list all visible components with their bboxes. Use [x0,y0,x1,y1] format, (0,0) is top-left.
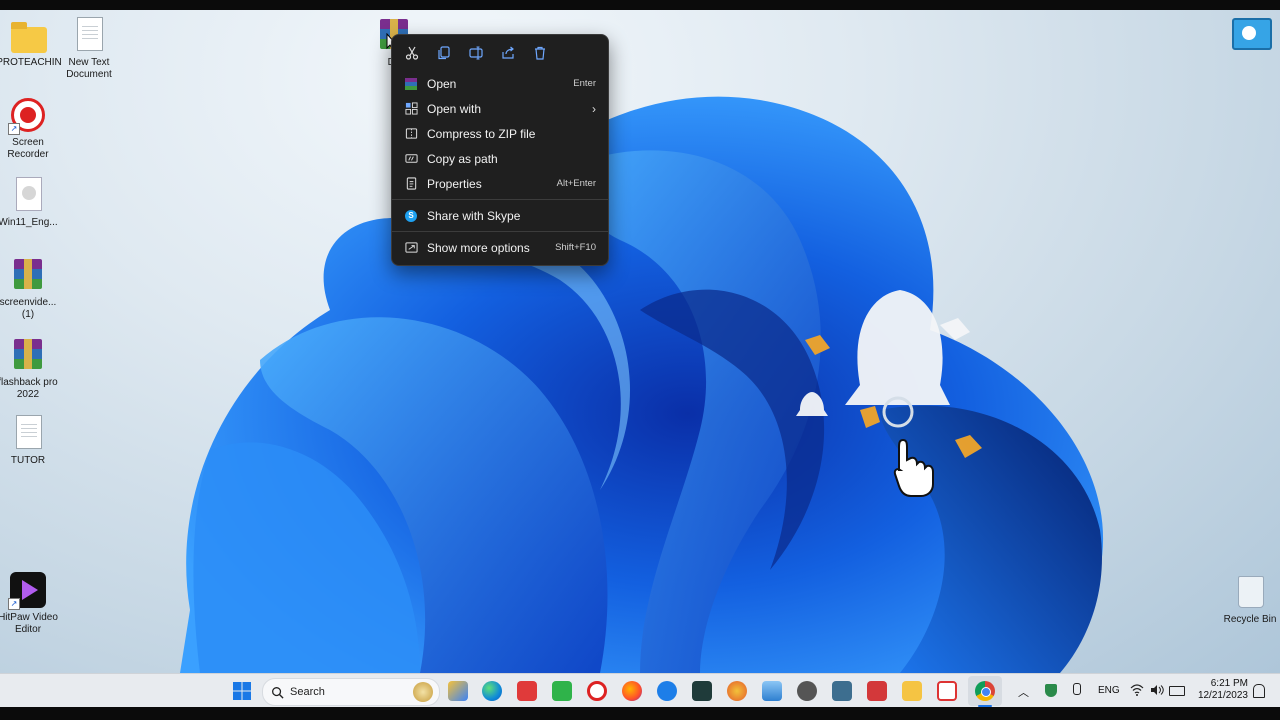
archive-icon [404,77,418,91]
recycle-bin-icon [1238,576,1264,608]
notifications-icon[interactable] [1253,684,1265,698]
menu-item-share-with-skype[interactable]: S Share with Skype [392,203,608,228]
windows-logo-icon [233,682,251,700]
screen-recorder-taskbar-icon[interactable] [587,681,607,701]
wifi-icon[interactable] [1130,684,1144,696]
settings-gear-icon[interactable] [797,681,817,701]
share-icon[interactable] [498,43,518,63]
photos-app-icon[interactable] [762,681,782,701]
menu-item-label: Share with Skype [427,208,521,223]
file-explorer-folder-icon[interactable] [902,681,922,701]
desktop-icon-hitpaw-video-editor[interactable]: ↗ HitPaw Video Editor [0,570,63,636]
menu-item-shortcut: Enter [573,78,596,89]
menu-item-copy-as-path[interactable]: Copy as path [392,146,608,171]
bottom-black-bar [0,707,1280,720]
desktop-icon-screenvideo-archive[interactable]: screenvide... (1) [0,255,63,321]
microphone-icon[interactable] [1073,683,1081,695]
search-highlight-icon [413,682,433,702]
desktop-icon-label: flashback pro 2022 [0,377,58,400]
menu-item-properties[interactable]: Properties Alt+Enter [392,171,608,196]
search-icon [272,686,284,699]
desktop-icon-label: TUTOR [10,455,46,466]
chevron-right-icon: › [592,101,596,116]
search-label: Search [290,686,325,698]
green-editor-app-icon[interactable] [552,681,572,701]
device-manager-icon[interactable] [832,681,852,701]
security-shield-icon[interactable] [1045,684,1057,697]
firefox-browser-icon[interactable] [622,681,642,701]
menu-item-label: Show more options [427,240,530,255]
input-language-indicator[interactable]: ENG [1098,685,1120,696]
menu-separator [392,231,608,232]
red-editor-app-icon[interactable] [517,681,537,701]
desktop-icon-tutor[interactable]: TUTOR [0,413,63,467]
widgets-app-icon[interactable] [448,681,468,701]
cut-icon[interactable] [402,43,422,63]
filmora-app-icon[interactable] [692,681,712,701]
screen-capture-widget-icon[interactable] [1232,18,1272,50]
skype-icon: S [404,209,418,223]
show-hidden-icons-chevron-up-icon[interactable]: ︿ [1018,684,1029,700]
winrar-archive-icon [14,339,42,369]
bloom-wallpaper [180,96,1104,673]
desktop-icon-label: screenvide... (1) [0,297,57,320]
snipping-tool-icon[interactable] [937,681,957,701]
menu-item-label: Compress to ZIP file [427,126,536,141]
folder-icon [11,22,47,53]
desktop-icon-screen-recorder[interactable]: ↗ Screen Recorder [0,95,63,161]
clock-date: 12/21/2023 [1197,690,1248,701]
volume-icon[interactable] [1150,684,1164,696]
copy-icon[interactable] [434,43,454,63]
winrar-archive-icon [14,259,42,289]
desktop-icon-label: Recycle Bin [1223,614,1277,625]
battery-icon[interactable] [1169,686,1185,696]
clock-time: 6:21 PM [1210,678,1248,689]
menu-item-label: Copy as path [427,151,498,166]
menu-item-open-with[interactable]: Open with › [392,96,608,121]
more-options-icon [404,241,418,255]
taskbar-search-box[interactable]: Search [262,678,440,706]
top-black-bar [0,0,1280,10]
shortcut-arrow-icon: ↗ [8,123,20,135]
desktop-icon-label: New Text Document [66,57,112,80]
shortcut-arrow-icon: ↗ [8,598,20,610]
open-with-icon [404,102,418,116]
context-menu: Open Enter Open with › Compress to ZIP f… [391,34,609,266]
menu-item-label: Open [427,76,457,91]
context-menu-toolbar [392,35,608,71]
menu-item-label: Properties [427,176,482,191]
edge-browser-icon[interactable] [482,681,502,701]
zip-icon [404,127,418,141]
menu-separator [392,199,608,200]
taskbar: Search ︿ ENG 6:21 PM 12/21/2023 [0,673,1280,708]
text-document-icon [77,17,103,51]
start-button[interactable] [232,681,252,701]
desktop-icon-win11-iso[interactable]: Win11_Eng... [0,175,63,229]
text-document-icon [16,415,42,449]
desktop-icon-recycle-bin[interactable]: Recycle Bin [1215,572,1280,626]
chart-app-icon[interactable] [727,681,747,701]
menu-item-label: Open with [427,101,482,116]
rename-icon[interactable] [466,43,486,63]
menu-item-shortcut: Shift+F10 [555,242,596,253]
chrome-browser-icon[interactable] [975,681,995,701]
disc-image-icon [16,177,42,211]
desktop-icon-label: Win11_Eng... [0,217,58,228]
menu-item-compress-zip[interactable]: Compress to ZIP file [392,121,608,146]
properties-icon [404,177,418,191]
media-player-icon[interactable] [657,681,677,701]
delete-icon[interactable] [530,43,550,63]
desktop-icon-flashback-archive[interactable]: flashback pro 2022 [0,335,63,401]
taskbar-clock[interactable]: 6:21 PM 12/21/2023 [1194,678,1248,702]
desktop-icon-label: Screen Recorder [7,137,49,160]
menu-item-shortcut: Alt+Enter [556,178,596,189]
red-app-icon[interactable] [867,681,887,701]
desktop[interactable]: PROTEACHIN New Text Document ↗ Screen Re… [0,10,1280,673]
menu-item-open[interactable]: Open Enter [392,71,608,96]
desktop-icon-new-text-document[interactable]: New Text Document [54,15,124,81]
menu-item-show-more-options[interactable]: Show more options Shift+F10 [392,235,608,260]
desktop-icon-label: HitPaw Video Editor [0,612,58,635]
copy-path-icon [404,152,418,166]
